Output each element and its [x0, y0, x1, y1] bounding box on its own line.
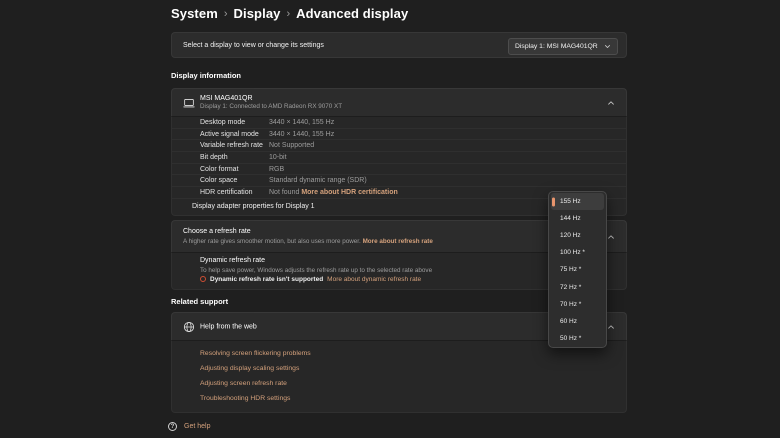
related-support-section-label: Related support	[171, 297, 229, 306]
status-text: Dynamic refresh rate isn't supported	[210, 275, 324, 283]
page-title: Advanced display	[296, 5, 409, 21]
detail-label: Active signal mode	[200, 130, 259, 138]
dynamic-refresh-rate-subtitle: To help save power, Windows adjusts the …	[200, 266, 433, 274]
get-help-label: Get help	[184, 423, 211, 430]
detail-row: Color space Standard dynamic range (SDR)	[172, 176, 626, 188]
warning-icon	[200, 276, 206, 282]
select-display-label: Select a display to view or change its s…	[183, 41, 324, 49]
detail-row: Bit depth 10-bit	[172, 152, 626, 164]
monitor-icon	[183, 98, 195, 108]
detail-value: 3440 × 1440, 155 Hz	[269, 130, 335, 138]
refresh-rate-option[interactable]: 60 Hz	[551, 313, 604, 330]
refresh-rate-title: Choose a refresh rate	[183, 228, 251, 235]
more-about-hdr-certification-link[interactable]: More about HDR certification	[301, 189, 397, 196]
dynamic-refresh-rate-title: Dynamic refresh rate	[200, 257, 265, 264]
display-select-dropdown[interactable]: Display 1: MSI MAG401QR	[508, 37, 618, 55]
refresh-rate-option[interactable]: 75 Hz *	[551, 261, 604, 278]
detail-value: Not found More about HDR certification	[269, 189, 398, 196]
chevron-up-icon	[608, 100, 614, 105]
help-link[interactable]: Adjusting screen refresh rate	[200, 380, 287, 387]
help-link[interactable]: Troubleshooting HDR settings	[200, 395, 290, 402]
detail-value: Standard dynamic range (SDR)	[269, 177, 367, 185]
breadcrumb-display[interactable]: Display	[234, 6, 281, 21]
detail-label: Desktop mode	[200, 118, 246, 126]
detail-row: Active signal mode 3440 × 1440, 155 Hz	[172, 129, 626, 141]
refresh-rate-option[interactable]: 50 Hz *	[551, 330, 604, 347]
chevron-up-icon	[608, 234, 614, 239]
help-link[interactable]: Adjusting display scaling settings	[200, 365, 299, 372]
display-info-expander-header[interactable]: MSI MAG401QR Display 1: Connected to AMD…	[171, 88, 627, 116]
advanced-display-page: System › Display › Advanced display Sele…	[0, 0, 780, 438]
select-display-card: Select a display to view or change its s…	[171, 32, 627, 58]
detail-label: Color space	[200, 177, 238, 185]
detail-row: Variable refresh rate Not Supported	[172, 140, 626, 153]
detail-value: Not Supported	[269, 142, 315, 150]
detail-label: Color format	[200, 165, 239, 173]
hdr-certification-value: Not found	[269, 189, 300, 197]
refresh-rate-option[interactable]: 144 Hz	[551, 210, 604, 227]
refresh-rate-option[interactable]: 70 Hz *	[551, 296, 604, 313]
selection-accent-bar	[552, 197, 555, 207]
question-mark-icon: ?	[168, 422, 177, 431]
detail-row: Desktop mode 3440 × 1440, 155 Hz	[172, 117, 626, 129]
help-from-web-title: Help from the web	[200, 323, 257, 330]
chevron-up-icon	[608, 324, 614, 329]
breadcrumb-chevron-icon: ›	[286, 7, 291, 20]
dynamic-refresh-rate-status: Dynamic refresh rate isn't supported Mor…	[200, 276, 421, 283]
refresh-rate-option[interactable]: 72 Hz *	[551, 278, 604, 295]
more-about-refresh-rate-link[interactable]: More about refresh rate	[363, 238, 433, 245]
detail-value: 10-bit	[269, 153, 287, 161]
refresh-rate-option[interactable]: 100 Hz *	[551, 244, 604, 261]
display-select-value: Display 1: MSI MAG401QR	[515, 42, 598, 50]
device-connection-subtitle: Display 1: Connected to AMD Radeon RX 90…	[200, 102, 343, 110]
detail-value: RGB	[269, 165, 285, 173]
refresh-rate-dropdown-flyout: 155 Hz 144 Hz 120 Hz 100 Hz * 75 Hz * 72…	[548, 191, 607, 348]
help-links-section: Resolving screen flickering problems Adj…	[171, 340, 627, 413]
detail-label: Variable refresh rate	[200, 142, 263, 150]
get-help-button[interactable]: ? Get help	[168, 419, 210, 434]
detail-label: Bit depth	[200, 153, 228, 161]
breadcrumb-system[interactable]: System	[171, 6, 218, 21]
display-information-section-label: Display information	[171, 71, 242, 80]
chevron-down-icon	[605, 44, 610, 48]
device-name: MSI MAG401QR	[200, 94, 253, 102]
globe-icon	[183, 321, 195, 333]
detail-label: HDR certification	[200, 189, 253, 197]
breadcrumb: System › Display › Advanced display	[171, 4, 408, 22]
refresh-rate-subtitle: A higher rate gives smoother motion, but…	[183, 237, 433, 245]
detail-row: Color format RGB	[172, 164, 626, 176]
more-about-dynamic-refresh-rate-link[interactable]: More about dynamic refresh rate	[327, 276, 421, 283]
detail-value: 3440 × 1440, 155 Hz	[269, 118, 335, 126]
refresh-rate-option-selected[interactable]: 155 Hz	[551, 193, 604, 211]
help-link[interactable]: Resolving screen flickering problems	[200, 350, 311, 357]
breadcrumb-chevron-icon: ›	[223, 7, 228, 20]
refresh-rate-option[interactable]: 120 Hz	[551, 227, 604, 244]
